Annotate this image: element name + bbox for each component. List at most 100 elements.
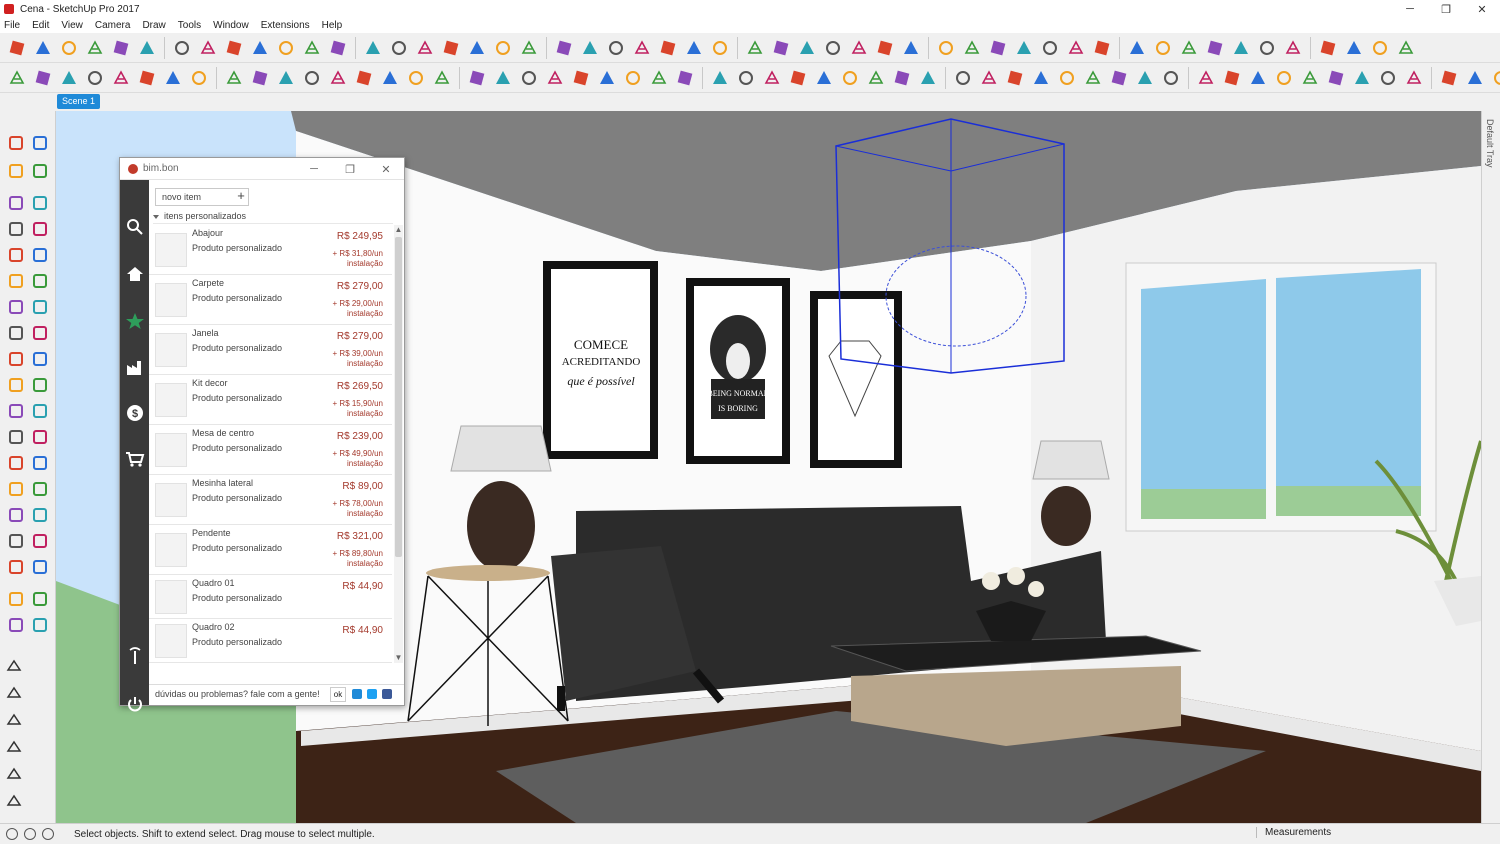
toolbar1-tool-icon[interactable] — [1344, 38, 1364, 58]
left-tool-icon[interactable] — [30, 615, 50, 635]
toolbar2-tool-icon[interactable] — [59, 68, 79, 88]
toolbar1-tool-icon[interactable] — [172, 38, 192, 58]
toolbar2-tool-icon[interactable] — [432, 68, 452, 88]
star-icon[interactable] — [124, 310, 145, 331]
list-item[interactable]: Quadro 01 Produto personalizado R$ 44,90 — [149, 575, 392, 619]
toolbar1-tool-icon[interactable] — [1127, 38, 1147, 58]
toolbar2-tool-icon[interactable] — [840, 68, 860, 88]
toolbar1-tool-icon[interactable] — [684, 38, 704, 58]
maximize-button[interactable]: ❐ — [1428, 0, 1464, 18]
toolbar2-tool-icon[interactable] — [250, 68, 270, 88]
menu-help[interactable]: Help — [322, 20, 343, 31]
toolbar2-tool-icon[interactable] — [302, 68, 322, 88]
list-item[interactable]: Carpete Produto personalizado R$ 279,00 … — [149, 275, 392, 325]
toolbar1-tool-icon[interactable] — [111, 38, 131, 58]
left-tool-icon[interactable] — [30, 271, 50, 291]
left-tool-icon[interactable] — [30, 531, 50, 551]
toolbar2-tool-icon[interactable] — [1196, 68, 1216, 88]
list-item[interactable]: Janela Produto personalizado R$ 279,00 +… — [149, 325, 392, 375]
view-tool-icon[interactable] — [4, 656, 24, 676]
toolbar1-tool-icon[interactable] — [936, 38, 956, 58]
add-item-button[interactable]: + — [233, 188, 249, 206]
toolbar1-tool-icon[interactable] — [875, 38, 895, 58]
toolbar1-tool-icon[interactable] — [441, 38, 461, 58]
scroll-up-icon[interactable]: ▲ — [394, 225, 403, 235]
toolbar2-tool-icon[interactable] — [1161, 68, 1181, 88]
scene-tab[interactable]: Scene 1 — [57, 94, 101, 109]
toolbar1-tool-icon[interactable] — [1092, 38, 1112, 58]
left-tool-icon[interactable] — [30, 219, 50, 239]
toolbar2-tool-icon[interactable] — [1274, 68, 1294, 88]
toolbar1-tool-icon[interactable] — [85, 38, 105, 58]
toolbar2-tool-icon[interactable] — [892, 68, 912, 88]
toolbar2-tool-icon[interactable] — [649, 68, 669, 88]
toolbar1-tool-icon[interactable] — [1040, 38, 1060, 58]
toolbar1-tool-icon[interactable] — [632, 38, 652, 58]
view-tool-icon[interactable] — [4, 737, 24, 757]
menu-camera[interactable]: Camera — [95, 20, 131, 31]
left-tool-icon[interactable] — [30, 161, 50, 181]
toolbar2-tool-icon[interactable] — [814, 68, 834, 88]
cart-icon[interactable] — [124, 448, 145, 469]
toolbar2-tool-icon[interactable] — [953, 68, 973, 88]
toolbar2-tool-icon[interactable] — [224, 68, 244, 88]
left-tool-icon[interactable] — [30, 479, 50, 499]
toolbar1-tool-icon[interactable] — [901, 38, 921, 58]
toolbar1-tool-icon[interactable] — [771, 38, 791, 58]
left-tool-icon[interactable] — [6, 375, 26, 395]
toolbar1-tool-icon[interactable] — [1205, 38, 1225, 58]
list-item[interactable]: Mesa de centro Produto personalizado R$ … — [149, 425, 392, 475]
list-item[interactable]: Mesinha lateral Produto personalizado R$… — [149, 475, 392, 525]
geo-location-icon[interactable] — [6, 828, 18, 840]
toolbar2-tool-icon[interactable] — [979, 68, 999, 88]
toolbar2-tool-icon[interactable] — [137, 68, 157, 88]
left-tool-icon[interactable] — [6, 245, 26, 265]
factory-icon[interactable] — [124, 356, 145, 377]
toolbar1-tool-icon[interactable] — [554, 38, 574, 58]
scroll-down-icon[interactable]: ▼ — [394, 653, 403, 663]
left-tool-icon[interactable] — [30, 297, 50, 317]
left-tool-icon[interactable] — [30, 401, 50, 421]
menu-draw[interactable]: Draw — [142, 20, 165, 31]
left-tool-icon[interactable] — [6, 323, 26, 343]
left-tool-icon[interactable] — [30, 589, 50, 609]
list-item[interactable]: Quadro 02 Produto personalizado R$ 44,90 — [149, 619, 392, 663]
toolbar1-tool-icon[interactable] — [1014, 38, 1034, 58]
left-tool-icon[interactable] — [6, 427, 26, 447]
toolbar2-tool-icon[interactable] — [918, 68, 938, 88]
toolbar1-tool-icon[interactable] — [1231, 38, 1251, 58]
toolbar2-tool-icon[interactable] — [7, 68, 27, 88]
toolbar2-tool-icon[interactable] — [571, 68, 591, 88]
view-tool-icon[interactable] — [4, 764, 24, 784]
menu-window[interactable]: Window — [213, 20, 249, 31]
toolbar2-tool-icon[interactable] — [493, 68, 513, 88]
toolbar2-tool-icon[interactable] — [736, 68, 756, 88]
toolbar1-tool-icon[interactable] — [276, 38, 296, 58]
toolbar1-tool-icon[interactable] — [710, 38, 730, 58]
toolbar2-tool-icon[interactable] — [1404, 68, 1424, 88]
toolbar2-tool-icon[interactable] — [1300, 68, 1320, 88]
toolbar1-tool-icon[interactable] — [823, 38, 843, 58]
toolbar1-tool-icon[interactable] — [1318, 38, 1338, 58]
toolbar2-tool-icon[interactable] — [1465, 68, 1485, 88]
toolbar2-tool-icon[interactable] — [1491, 68, 1500, 88]
left-tool-icon[interactable] — [30, 453, 50, 473]
left-tool-icon[interactable] — [30, 133, 50, 153]
toolbar1-tool-icon[interactable] — [849, 38, 869, 58]
search-icon[interactable] — [124, 216, 145, 237]
toolbar2-tool-icon[interactable] — [675, 68, 695, 88]
toolbar2-tool-icon[interactable] — [545, 68, 565, 88]
toolbar2-tool-icon[interactable] — [467, 68, 487, 88]
toolbar1-tool-icon[interactable] — [519, 38, 539, 58]
list-item[interactable]: Kit decor Produto personalizado R$ 269,5… — [149, 375, 392, 425]
toolbar2-tool-icon[interactable] — [1031, 68, 1051, 88]
toolbar1-tool-icon[interactable] — [467, 38, 487, 58]
twitter-icon[interactable] — [367, 689, 377, 699]
toolbar2-tool-icon[interactable] — [111, 68, 131, 88]
panel-close-button[interactable]: ✕ — [368, 158, 404, 180]
user-icon[interactable] — [42, 828, 54, 840]
left-tool-icon[interactable] — [6, 349, 26, 369]
left-tool-icon[interactable] — [6, 219, 26, 239]
toolbar2-tool-icon[interactable] — [1005, 68, 1025, 88]
menu-file[interactable]: File — [4, 20, 20, 31]
